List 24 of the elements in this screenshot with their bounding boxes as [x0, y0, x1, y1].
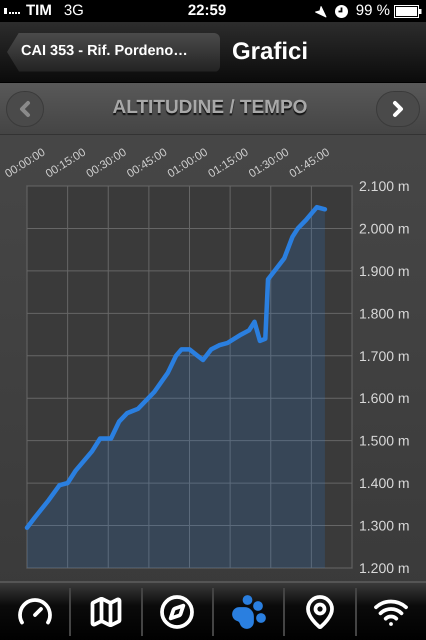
y-axis-label: 2.000 m: [359, 220, 410, 236]
y-axis-label: 2.100 m: [359, 178, 410, 194]
next-button[interactable]: [376, 90, 420, 126]
battery-percent: 99 %: [356, 0, 390, 21]
network-type: 3G: [64, 0, 84, 21]
compass-icon: [159, 594, 196, 630]
paw-icon: [230, 594, 267, 630]
y-axis-label: 1.500 m: [359, 432, 410, 449]
y-axis-label: 1.300 m: [359, 518, 410, 534]
y-axis-label: 1.600 m: [359, 390, 410, 406]
y-axis-label: 1.400 m: [359, 475, 410, 492]
screen-title: Grafici: [232, 37, 308, 67]
y-axis-label: 1.200 m: [359, 560, 410, 576]
clock-icon: [334, 4, 348, 18]
chart-title: ALTITUDINE / TEMPO: [112, 96, 308, 120]
signal-icon: [4, 8, 22, 14]
carrier-name: TIM: [26, 0, 52, 21]
clock-time: 22:59: [188, 0, 226, 21]
location-arrow-icon: [314, 4, 327, 18]
battery-icon: [394, 4, 422, 18]
back-button[interactable]: CAI 353 - Rif. Pordeno…: [7, 32, 220, 72]
y-axis-label: 1.700 m: [359, 348, 410, 364]
y-axis-label: 1.900 m: [359, 262, 410, 279]
y-axis-label: 1.800 m: [359, 305, 410, 322]
